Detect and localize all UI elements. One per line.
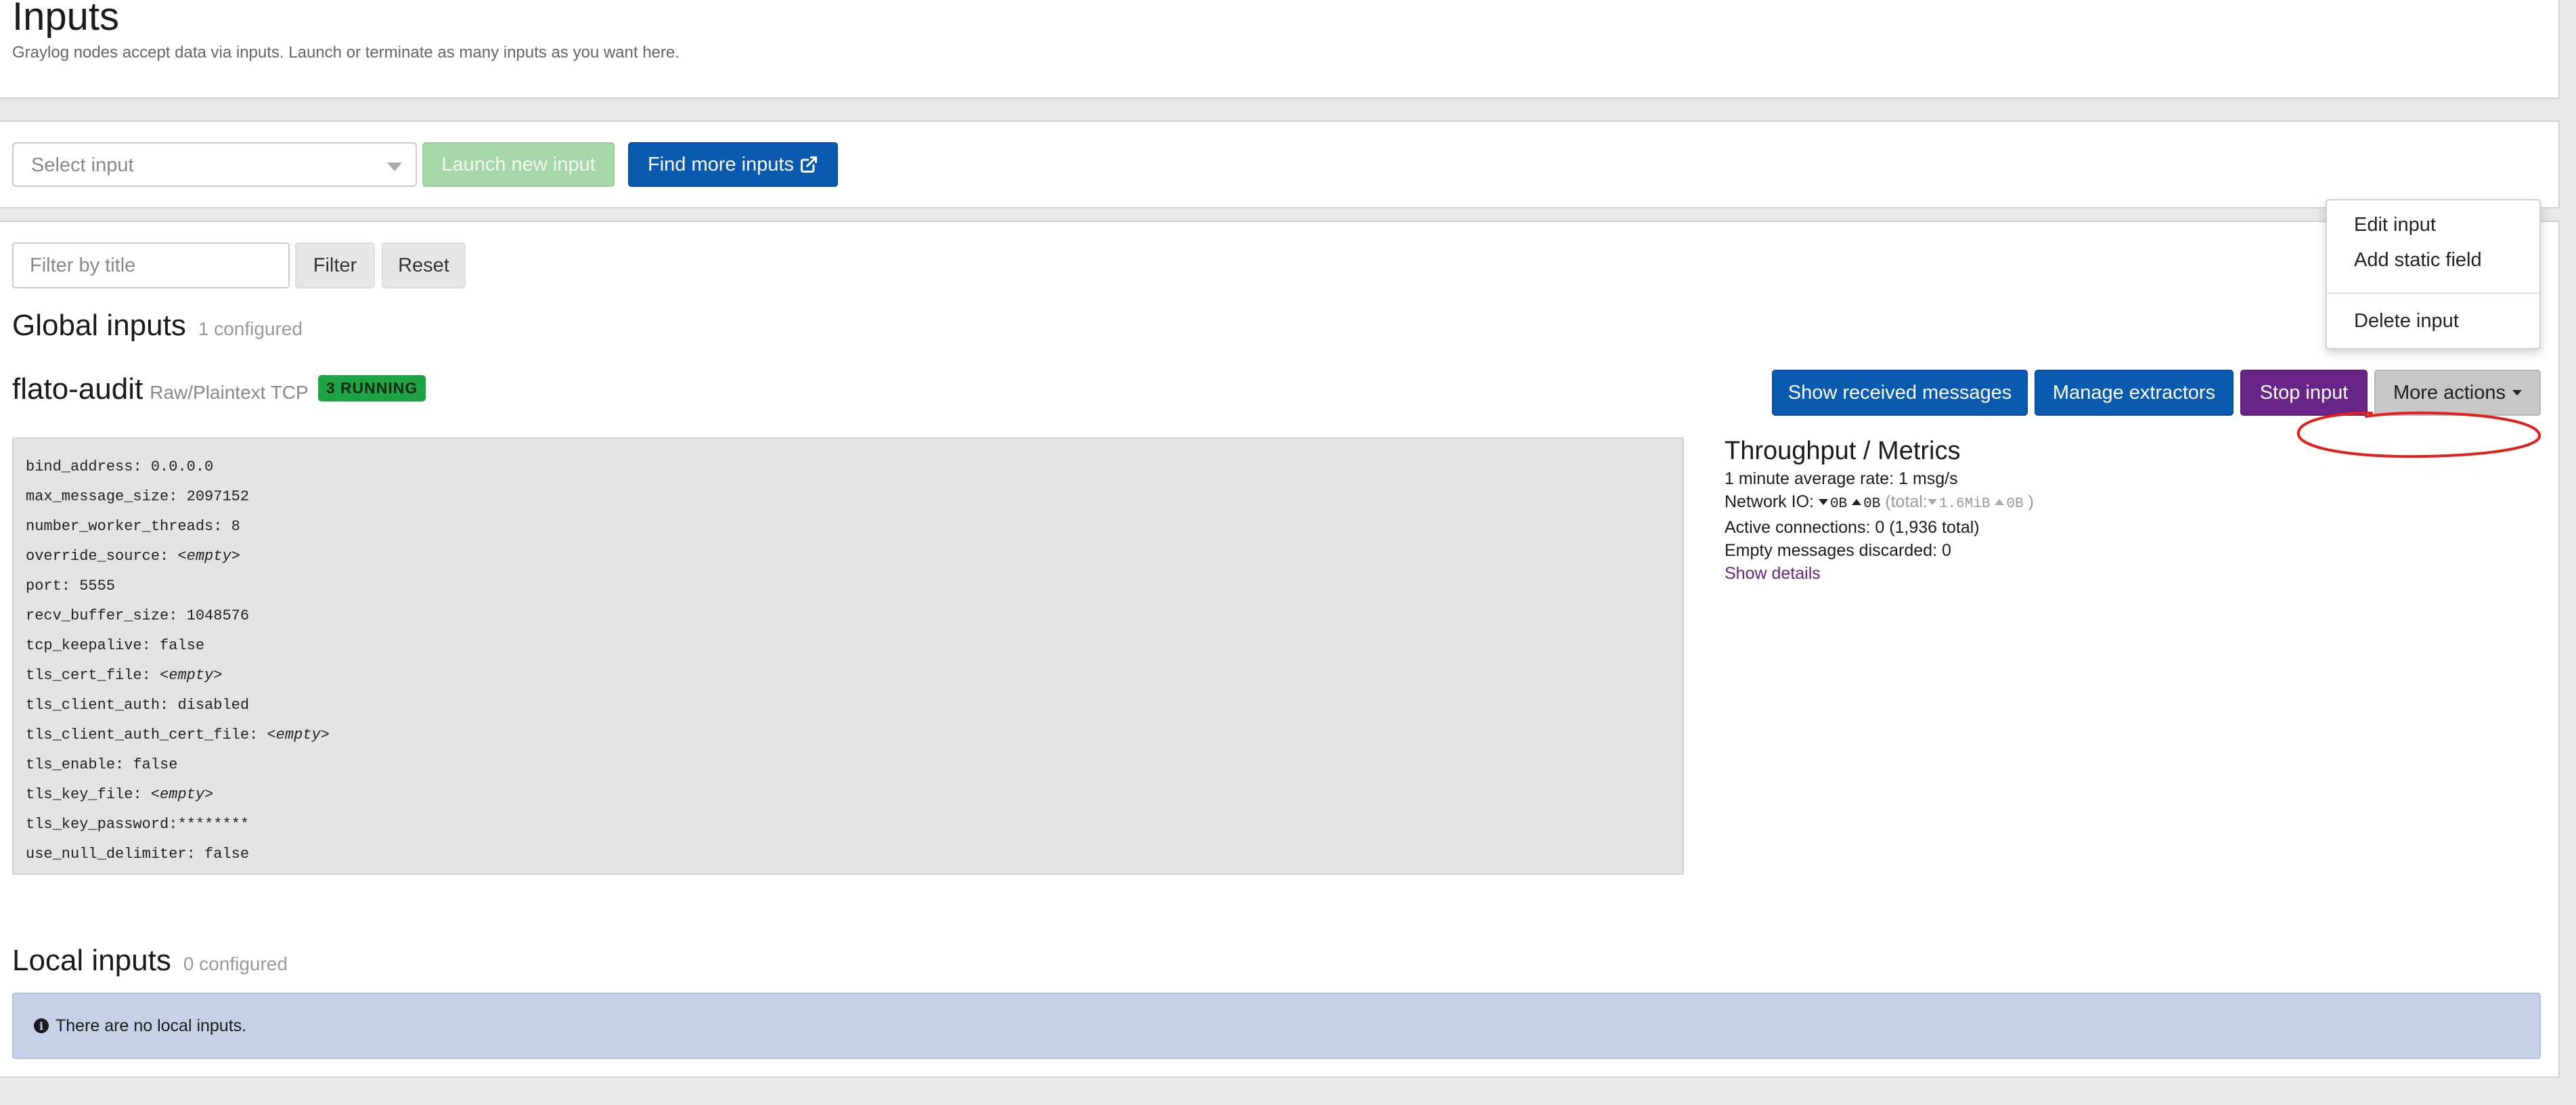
- config-line: tls_enable: false: [26, 756, 178, 773]
- more-actions-label: More actions: [2393, 381, 2506, 404]
- launch-new-input-button[interactable]: Launch new input: [422, 142, 615, 187]
- global-inputs-heading: Global inputs 1 configured: [12, 309, 303, 343]
- network-io: Network IO: 0B 0B (total: 1.6MiB 0B ): [1725, 492, 2034, 512]
- local-inputs-heading: Local inputs 0 configured: [12, 944, 288, 978]
- global-inputs-title: Global inputs: [12, 309, 186, 342]
- average-rate: 1 minute average rate: 1 msg/s: [1725, 469, 1958, 488]
- config-line: number_worker_threads: 8: [26, 518, 240, 535]
- config-line: tls_client_auth: disabled: [26, 697, 250, 714]
- launch-label: Launch new input: [441, 153, 596, 175]
- reset-label: Reset: [398, 254, 449, 276]
- menu-divider: [2327, 292, 2539, 294]
- active-connections: Active connections: 0 (1,936 total): [1725, 518, 1980, 537]
- caret-down-icon: [2512, 390, 2522, 395]
- config-line: tls_cert_file: <empty>: [26, 667, 223, 684]
- show-received-messages-button[interactable]: Show received messages: [1772, 370, 2028, 416]
- config-line: tls_key_password:********: [26, 816, 250, 833]
- stop-input-label: Stop input: [2259, 381, 2349, 404]
- config-line: port: 5555: [26, 578, 116, 594]
- menu-item-add-static-field[interactable]: Add static field: [2354, 249, 2482, 272]
- external-link-icon: [800, 156, 818, 173]
- config-line: tls_client_auth_cert_file: <empty>: [26, 727, 330, 743]
- config-line: override_source: <empty>: [26, 548, 240, 565]
- arrow-up-icon: [1852, 499, 1862, 505]
- status-badge[interactable]: 3 RUNNING: [317, 375, 426, 402]
- reset-button[interactable]: Reset: [382, 242, 466, 288]
- menu-item-edit-input[interactable]: Edit input: [2354, 214, 2436, 236]
- filter-label: Filter: [313, 254, 357, 276]
- global-inputs-count: 1 configured: [198, 318, 303, 339]
- no-local-inputs-message: There are no local inputs.: [55, 1016, 247, 1035]
- select-placeholder: Select input: [31, 154, 134, 176]
- filter-button[interactable]: Filter: [295, 242, 375, 288]
- input-name: flato-audit: [12, 372, 143, 406]
- page-header: Inputs Graylog nodes accept data via inp…: [0, 0, 2560, 99]
- config-line: recv_buffer_size: 1048576: [26, 607, 250, 624]
- find-label: Find more inputs: [648, 153, 794, 175]
- config-line: use_null_delimiter: false: [26, 846, 250, 863]
- info-icon: i: [34, 1018, 49, 1033]
- config-line: tls_key_file: <empty>: [26, 786, 214, 803]
- manage-extractors-button[interactable]: Manage extractors: [2035, 370, 2234, 416]
- input-configuration: bind_address: 0.0.0.0 max_message_size: …: [12, 437, 1684, 875]
- filter-by-title-input[interactable]: [12, 242, 290, 288]
- show-messages-label: Show received messages: [1787, 381, 2012, 404]
- throughput-metrics: Throughput / Metrics 1 minute average ra…: [1725, 435, 2198, 585]
- input-type: Raw/Plaintext TCP: [150, 382, 309, 403]
- no-local-inputs-alert: i There are no local inputs.: [12, 993, 2541, 1059]
- config-line: bind_address: 0.0.0.0: [26, 458, 214, 475]
- empty-messages-discarded: Empty messages discarded: 0: [1725, 541, 1951, 560]
- input-type-select[interactable]: Select input: [12, 142, 417, 187]
- local-inputs-title: Local inputs: [12, 944, 171, 977]
- config-line: tcp_keepalive: false: [26, 637, 205, 654]
- manage-extractors-label: Manage extractors: [2052, 381, 2216, 404]
- arrow-down-icon: [1818, 499, 1828, 505]
- launch-input-panel: Select input Launch new input Find more …: [0, 121, 2560, 209]
- local-inputs-count: 0 configured: [183, 953, 288, 974]
- show-details-link[interactable]: Show details: [1725, 564, 1821, 583]
- arrow-down-icon: [1927, 499, 1937, 505]
- more-actions-menu: Edit input Add static field Delete input: [2326, 199, 2541, 349]
- page-description: Graylog nodes accept data via inputs. La…: [12, 43, 680, 62]
- menu-item-delete-input[interactable]: Delete input: [2354, 310, 2459, 332]
- page-title: Inputs: [12, 0, 119, 39]
- chevron-down-icon: [387, 162, 402, 171]
- find-more-inputs-button[interactable]: Find more inputs: [628, 142, 838, 187]
- input-title-row: flato-audit Raw/Plaintext TCP 3 RUNNING: [12, 372, 426, 406]
- stop-input-button[interactable]: Stop input: [2240, 370, 2368, 416]
- inputs-list-panel: Filter Reset Global inputs 1 configured f…: [0, 221, 2560, 1078]
- config-line: max_message_size: 2097152: [26, 488, 250, 505]
- arrow-up-icon: [1995, 499, 2005, 505]
- more-actions-button[interactable]: More actions: [2374, 370, 2541, 416]
- metrics-title: Throughput / Metrics: [1725, 437, 1961, 465]
